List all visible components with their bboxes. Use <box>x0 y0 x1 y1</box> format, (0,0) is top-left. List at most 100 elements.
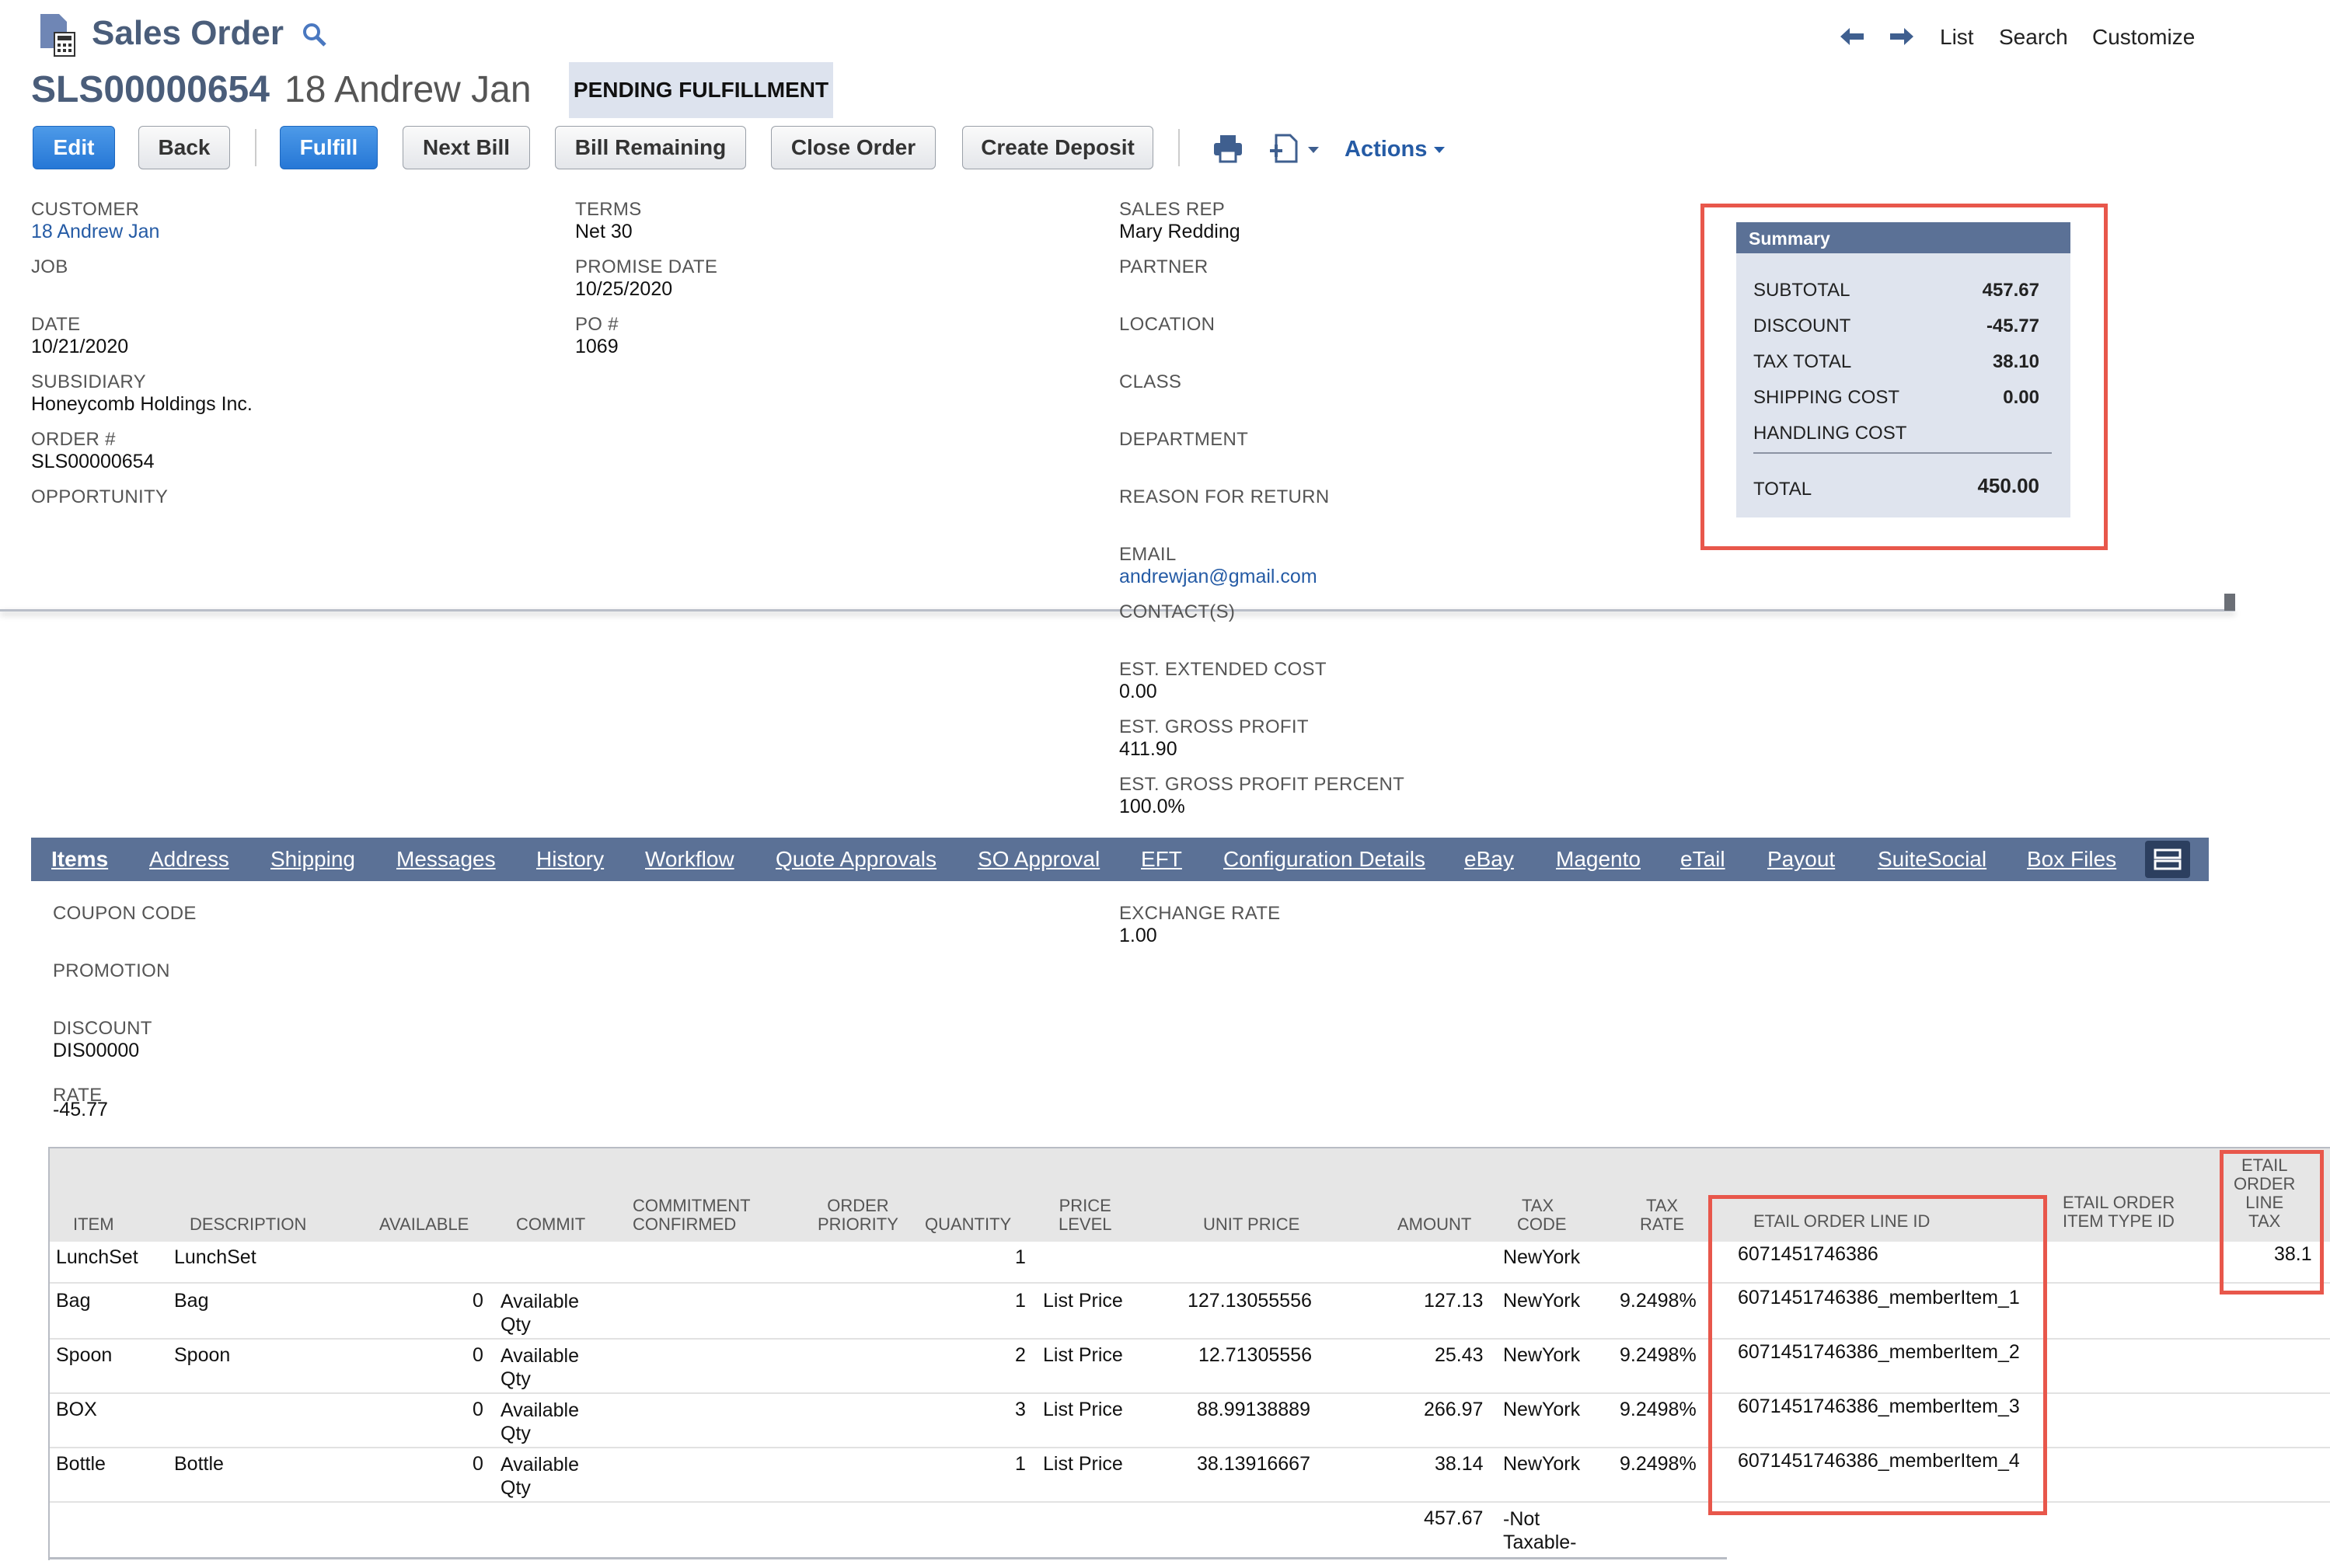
subsidiary-value: Honeycomb Holdings Inc. <box>31 393 253 415</box>
item-link[interactable]: Bottle <box>56 1453 106 1476</box>
date-value: 10/21/2020 <box>31 336 129 357</box>
subtotal-value: 457.67 <box>1982 280 2039 301</box>
item-link[interactable]: Bag <box>56 1290 90 1312</box>
col-quantity: QUANTITY <box>925 1214 1012 1234</box>
chevron-down-icon[interactable] <box>1307 145 1320 159</box>
col-price-line1: PRICE <box>1059 1196 1111 1215</box>
tab-magento[interactable]: Magento <box>1556 847 1641 872</box>
total-value: 450.00 <box>1977 474 2039 497</box>
tab-eft[interactable]: EFT <box>1141 847 1182 872</box>
tab-items[interactable]: Items <box>51 847 108 872</box>
nav-list-link[interactable]: List <box>1940 25 1974 50</box>
job-label: JOB <box>31 256 68 277</box>
etail-line-tax-highlight <box>2220 1150 2324 1294</box>
sales-rep-label: SALES REP <box>1119 199 1226 220</box>
item-quantity: 2 <box>1015 1344 1026 1366</box>
item-description: Bottle <box>174 1453 224 1475</box>
col-taxrate-line1: TAX <box>1645 1196 1679 1215</box>
shipping-cost-row: SHIPPING COST 0.00 <box>1753 387 2052 409</box>
total-tax-code: -Not Taxable- <box>1503 1507 1577 1554</box>
tax-total-value: 38.10 <box>1992 351 2039 372</box>
total-amount: 457.67 <box>1424 1507 1484 1529</box>
po-value: 1069 <box>575 336 619 357</box>
col-description: DESCRIPTION <box>190 1214 307 1234</box>
po-label: PO # <box>575 314 619 335</box>
tab-quote-approvals[interactable]: Quote Approvals <box>776 847 937 872</box>
coupon-code-label: COUPON CODE <box>53 903 197 924</box>
summary-title: Summary <box>1736 222 2070 253</box>
tab-so-approval[interactable]: SO Approval <box>978 847 1100 872</box>
create-deposit-button[interactable]: Create Deposit <box>962 126 1153 169</box>
add-document-icon[interactable] <box>1268 132 1303 169</box>
subsidiary-label: SUBSIDIARY <box>31 371 146 392</box>
total-row: TOTAL 450.00 <box>1753 474 2052 500</box>
tab-configuration-details[interactable]: Configuration Details <box>1223 847 1425 872</box>
total-label: TOTAL <box>1753 479 1812 500</box>
summary-panel: Summary SUBTOTAL 457.67 DISCOUNT -45.77 TA… <box>1736 222 2070 517</box>
col-tax-code: TAX CODE <box>1517 1197 1567 1234</box>
item-commit: Available Qty <box>501 1399 579 1445</box>
tab-suitesocial[interactable]: SuiteSocial <box>1878 847 1986 872</box>
partner-label: PARTNER <box>1119 256 1209 277</box>
arrow-right-icon[interactable] <box>1889 25 1915 52</box>
item-quantity: 1 <box>1015 1453 1026 1475</box>
tab-history[interactable]: History <box>536 847 604 872</box>
item-tax-rate: 9.2498% <box>1620 1290 1697 1312</box>
item-commit-line1: Available <box>501 1345 580 1367</box>
item-quantity: 1 <box>1015 1290 1026 1312</box>
col-priority-line2: PRIORITY <box>818 1214 898 1234</box>
item-link[interactable]: LunchSet <box>56 1246 138 1269</box>
scroll-handle[interactable] <box>2224 594 2235 611</box>
est-gross-profit-percent-label: EST. GROSS PROFIT PERCENT <box>1119 774 1405 795</box>
back-button[interactable]: Back <box>138 126 230 169</box>
tab-address[interactable]: Address <box>149 847 229 872</box>
close-order-button[interactable]: Close Order <box>771 126 936 169</box>
col-order-priority: ORDER PRIORITY <box>818 1197 898 1234</box>
col-priority-line1: ORDER <box>827 1196 889 1215</box>
item-link[interactable]: Spoon <box>56 1344 112 1367</box>
toolbar-divider <box>1178 129 1180 166</box>
rate-value: -45.77 <box>53 1099 108 1120</box>
tab-workflow[interactable]: Workflow <box>645 847 734 872</box>
list-toggle-icon[interactable] <box>2145 841 2190 878</box>
print-icon[interactable] <box>1212 134 1243 167</box>
item-tax-rate: 9.2498% <box>1620 1399 1697 1420</box>
record-type-icon <box>37 12 78 57</box>
est-extended-cost-label: EST. EXTENDED COST <box>1119 659 1327 680</box>
est-gross-profit-percent-value: 100.0% <box>1119 796 1185 817</box>
col-commitment-line1: COMMITMENT <box>633 1196 751 1215</box>
nav-search-link[interactable]: Search <box>1999 25 2068 50</box>
item-available: 0 <box>473 1290 483 1312</box>
email-link[interactable]: andrewjan@gmail.com <box>1119 566 1317 588</box>
est-gross-profit-label: EST. GROSS PROFIT <box>1119 716 1309 737</box>
tab-box-files[interactable]: Box Files <box>2027 847 2116 872</box>
edit-button[interactable]: Edit <box>33 126 115 169</box>
search-icon[interactable] <box>302 22 328 52</box>
subtab-bar: Items Address Shipping Messages History … <box>31 838 2209 881</box>
tab-etail[interactable]: eTail <box>1680 847 1725 872</box>
promise-date-value: 10/25/2020 <box>575 278 673 300</box>
tab-messages[interactable]: Messages <box>396 847 496 872</box>
tab-shipping[interactable]: Shipping <box>270 847 355 872</box>
item-commit-line2: Qty <box>501 1314 531 1336</box>
col-etailtype-line1: ETAIL ORDER <box>2063 1193 2175 1212</box>
bill-remaining-button[interactable]: Bill Remaining <box>555 126 746 169</box>
actions-menu[interactable]: Actions <box>1345 137 1446 162</box>
page-title: Sales Order <box>92 14 284 52</box>
item-link[interactable]: BOX <box>56 1399 97 1421</box>
shipping-cost-value: 0.00 <box>2003 387 2039 408</box>
item-tax-code: NewYork <box>1503 1399 1581 1420</box>
next-bill-button[interactable]: Next Bill <box>403 126 530 169</box>
nav-customize-link[interactable]: Customize <box>2092 25 2195 50</box>
col-available: AVAILABLE <box>379 1214 469 1234</box>
col-item: ITEM <box>73 1214 114 1234</box>
item-amount: 25.43 <box>1435 1344 1484 1366</box>
tab-payout[interactable]: Payout <box>1767 847 1835 872</box>
fulfill-button[interactable]: Fulfill <box>280 126 378 169</box>
customer-link[interactable]: 18 Andrew Jan <box>31 221 159 243</box>
arrow-left-icon[interactable] <box>1839 25 1865 52</box>
class-label: CLASS <box>1119 371 1182 392</box>
tab-ebay[interactable]: eBay <box>1464 847 1514 872</box>
col-price-line2: LEVEL <box>1059 1214 1112 1234</box>
col-commitment-confirmed: COMMITMENT CONFIRMED <box>633 1197 751 1234</box>
